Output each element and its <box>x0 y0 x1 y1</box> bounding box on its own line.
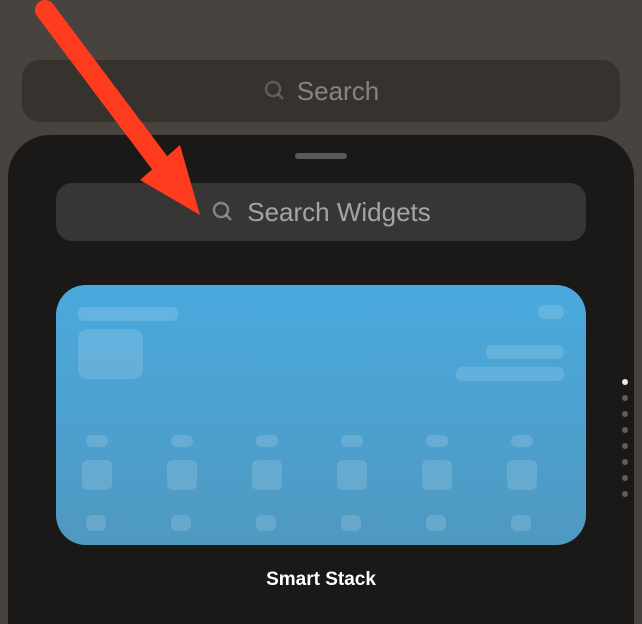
search-widgets-field[interactable]: Search Widgets <box>56 183 586 241</box>
search-icon <box>211 200 235 224</box>
widget-title-label: Smart Stack <box>8 569 634 591</box>
page-dot <box>622 427 628 433</box>
page-dot <box>622 459 628 465</box>
spotlight-search-pill: Search <box>22 60 620 122</box>
page-dot <box>622 379 628 385</box>
page-dot <box>622 475 628 481</box>
sheet-grabber[interactable] <box>295 153 347 159</box>
smart-stack-widget-preview[interactable] <box>56 285 586 545</box>
page-indicator <box>622 379 628 497</box>
spotlight-search-placeholder: Search <box>297 76 379 107</box>
page-dot <box>622 443 628 449</box>
page-dot <box>622 395 628 401</box>
page-dot <box>622 411 628 417</box>
widget-gallery-sheet: Search Widgets <box>8 135 634 624</box>
widget-carousel: Smart Stack <box>8 285 634 591</box>
page-dot <box>622 491 628 497</box>
search-widgets-placeholder: Search Widgets <box>247 197 431 228</box>
search-icon <box>263 79 287 103</box>
